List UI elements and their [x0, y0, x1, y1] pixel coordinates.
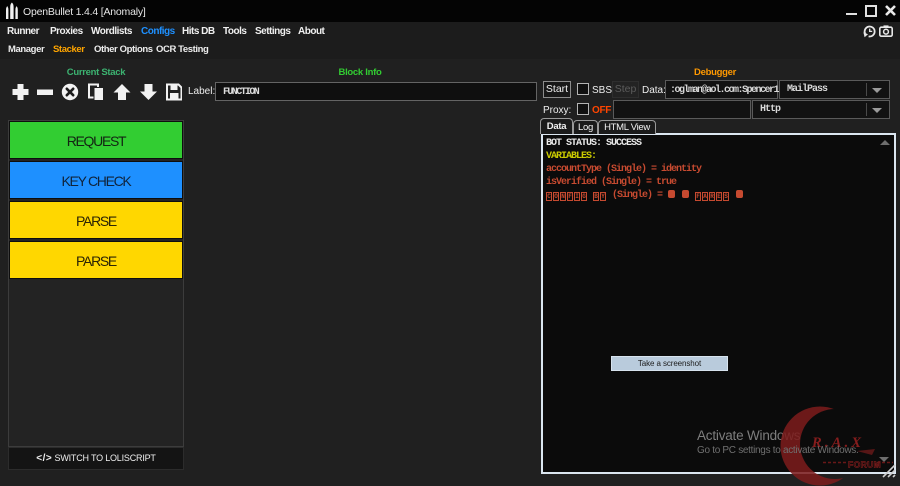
- svg-text:FORUM: FORUM: [848, 460, 881, 470]
